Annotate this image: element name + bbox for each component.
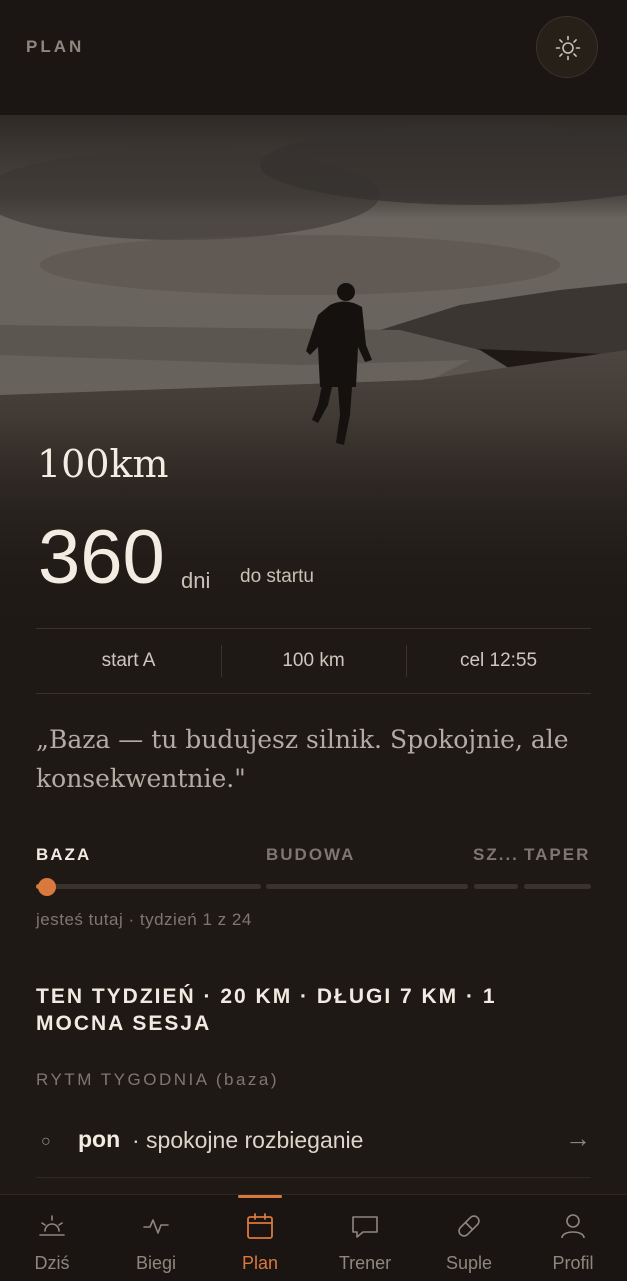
active-tab-indicator <box>238 1195 282 1198</box>
tab-label: Suple <box>445 1253 493 1273</box>
race-stats: start A 100 km cel 12:55 <box>36 628 591 694</box>
stat-goal-time: cel 12:55 <box>406 629 591 693</box>
tab-profil[interactable]: Profil <box>521 1195 625 1281</box>
arrow-right-icon: → <box>565 1123 591 1153</box>
rhythm-desc: · spokojne rozbieganie <box>132 1127 364 1153</box>
countdown-unit: dni <box>181 568 211 593</box>
countdown-value: 360 <box>38 515 165 600</box>
race-name: 100km <box>37 442 169 486</box>
tab-label: Trener <box>338 1253 392 1273</box>
phase-progress-text: jesteś tutaj · tydzień 1 z 24 <box>36 910 252 929</box>
phase-track-baza <box>36 884 261 889</box>
rhythm-title: RYTM TYGODNIA (baza) <box>36 1070 280 1089</box>
sunrise-icon <box>39 1215 65 1236</box>
stat-distance: 100 km <box>221 629 406 693</box>
tab-dzis[interactable]: Dziś <box>0 1195 104 1281</box>
top-bar: PLAN <box>0 0 627 115</box>
rhythm-row-pon[interactable]: ○ pon · spokojne rozbieganie → <box>36 1115 591 1178</box>
phase-taper[interactable]: TAPER <box>524 845 590 865</box>
circle-bullet-icon: ○ <box>41 1133 51 1150</box>
stat-start-group: start A <box>101 650 156 671</box>
phase-budowa[interactable]: BUDOWA <box>266 845 355 865</box>
tab-trener[interactable]: Trener <box>313 1195 417 1281</box>
current-position-marker <box>38 878 56 896</box>
tab-plan[interactable]: Plan <box>208 1195 312 1281</box>
tab-label: Dziś <box>34 1253 70 1273</box>
tab-suple[interactable]: Suple <box>417 1195 521 1281</box>
tab-label: Biegi <box>135 1253 177 1273</box>
rhythm-day: pon <box>78 1126 121 1152</box>
theme-toggle-button[interactable] <box>536 16 598 78</box>
phase-track-taper <box>524 884 591 889</box>
user-icon <box>561 1214 585 1239</box>
tab-biegi[interactable]: Biegi <box>104 1195 208 1281</box>
chat-icon <box>352 1216 378 1238</box>
phase-sz[interactable]: SZ... <box>473 845 519 865</box>
phase-quote: „Baza — tu budujesz silnik. Spokojnie, a… <box>36 725 569 793</box>
week-summary: TEN TYDZIEŃ · 20 KM · DŁUGI 7 KM · 1 MOC… <box>36 985 497 1035</box>
phase-track-sz <box>474 884 518 889</box>
pill-icon <box>458 1215 480 1237</box>
page-title: PLAN <box>26 37 85 56</box>
phase-baza[interactable]: BAZA <box>36 845 91 865</box>
sun-icon <box>555 35 581 61</box>
calendar-icon <box>247 1213 273 1239</box>
countdown-label: do startu <box>240 566 314 587</box>
pulse-icon <box>143 1219 169 1234</box>
bottom-tab-bar: Dziś Biegi Plan Trener Suple Profil <box>0 1194 627 1281</box>
phase-track-budowa <box>266 884 468 889</box>
tab-label: Profil <box>552 1253 594 1273</box>
tab-label: Plan <box>241 1253 279 1273</box>
